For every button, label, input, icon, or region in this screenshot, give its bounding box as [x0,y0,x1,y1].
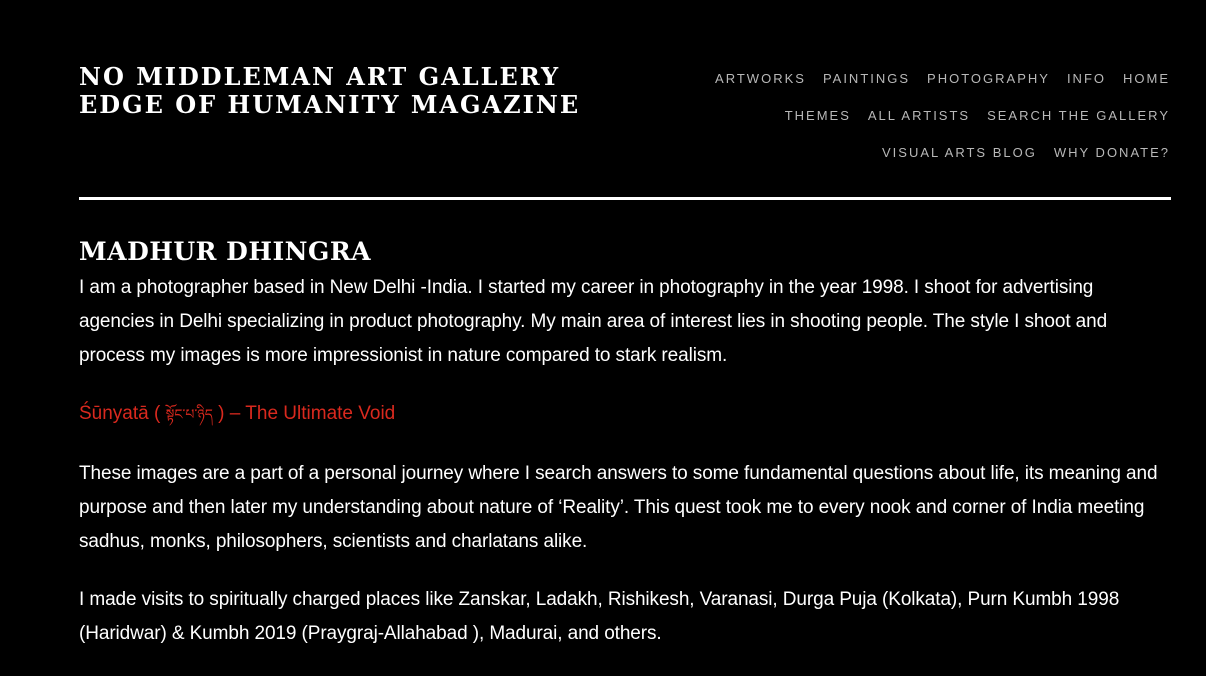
nav-row-3: VISUAL ARTS BLOG WHY DONATE? [698,144,1170,181]
nav-info[interactable]: INFO [1067,70,1106,88]
nav-search-the-gallery[interactable]: SEARCH THE GALLERY [987,107,1170,125]
nav-paintings[interactable]: PAINTINGS [823,70,910,88]
nav-themes[interactable]: THEMES [785,107,851,125]
main-nav: ARTWORKS PAINTINGS PHOTOGRAPHY INFO HOME THE… [698,70,1170,181]
series-link-sunyata[interactable]: Śūnyatā ( སྟོང་པ་ཉིད ) – The Ultimate Vo… [79,397,1171,431]
nav-photography[interactable]: PHOTOGRAPHY [927,70,1050,88]
series-link-prefix: Śūnyatā ( [79,403,166,424]
series-link-tibetan: སྟོང་པ་ཉིད [165,406,213,422]
nav-row-1: ARTWORKS PAINTINGS PHOTOGRAPHY INFO HOME [698,70,1170,107]
nav-home[interactable]: HOME [1123,70,1170,88]
series-link-suffix: ) – The Ultimate Void [212,403,396,424]
artist-name-heading: MADHUR DHINGRA [79,237,372,266]
header-divider [79,197,1171,200]
nav-row-2: THEMES ALL ARTISTS SEARCH THE GALLERY [698,107,1170,144]
main-content: MADHUR DHINGRA I am a photographer based… [79,236,1171,675]
nav-artworks[interactable]: ARTWORKS [715,70,806,88]
nav-all-artists[interactable]: ALL ARTISTS [868,107,970,125]
intro-paragraph: I am a photographer based in New Delhi -… [79,277,1108,366]
site-title[interactable]: NO MIDDLEMAN ART GALLERY EDGE OF HUMANIT… [79,63,580,119]
journey-paragraph: These images are a part of a personal jo… [79,463,1158,552]
places-paragraph: I made visits to spiritually charged pla… [79,589,1120,644]
nav-why-donate[interactable]: WHY DONATE? [1054,144,1170,162]
nav-visual-arts-blog[interactable]: VISUAL ARTS BLOG [882,144,1037,162]
site-title-line1[interactable]: NO MIDDLEMAN ART GALLERY [79,63,580,91]
site-title-line2[interactable]: EDGE OF HUMANITY MAGAZINE [79,91,580,119]
